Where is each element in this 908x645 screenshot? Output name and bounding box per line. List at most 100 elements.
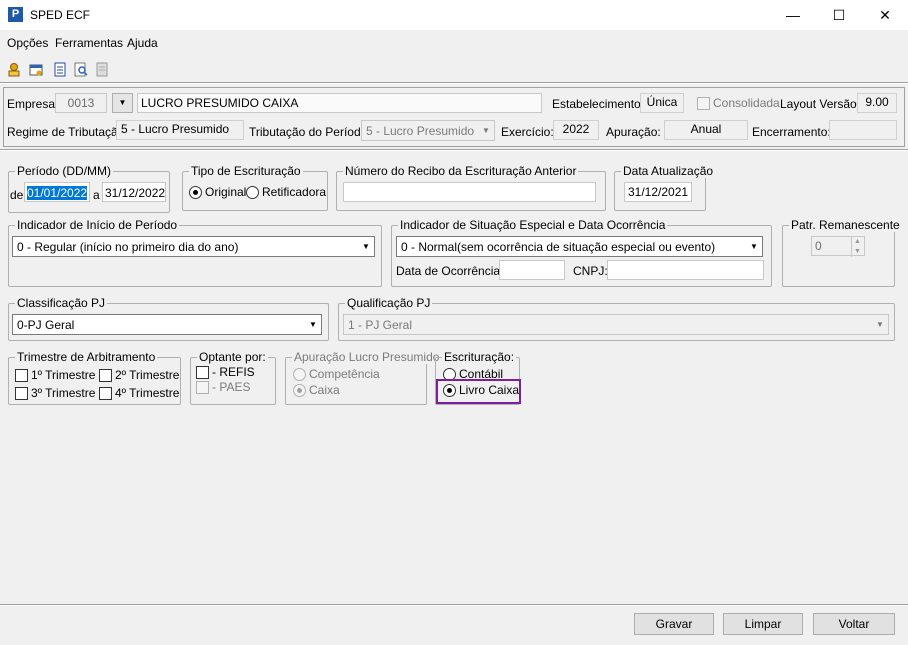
estabelecimento-label: Estabelecimento: [552,97,645,111]
classificacao-select[interactable]: 0-PJ Geral ▼ [12,314,322,335]
optante-refis-option[interactable]: - REFIS [196,365,255,379]
apuracao-lp-group: Apuração Lucro Presumido [285,350,442,405]
encerramento-value [829,120,897,140]
escrituracao-livro-caixa-radio[interactable] [443,383,456,397]
cnpj-field[interactable] [607,260,764,280]
menu-ajuda[interactable]: Ajuda [127,36,158,50]
chevron-down-icon: ▼ [750,242,758,251]
qualificacao-legend: Qualificação PJ [345,296,433,310]
tributacao-select[interactable]: 5 - Lucro Presumido ▼ [361,120,495,141]
layout-label: Layout Versão: [780,97,861,111]
tipo-retificadora-radio[interactable] [246,185,259,199]
trimestre-2-checkbox[interactable] [99,368,112,382]
tributacao-value: 5 - Lucro Presumido [366,124,475,138]
footer-separator [0,604,908,606]
tipo-retificadora-option[interactable]: Retificadora [246,185,326,199]
trimestre-4-checkbox[interactable] [99,386,112,400]
optante-paes-label: - PAES [212,380,251,394]
chevron-down-icon: ▼ [309,320,317,329]
menu-opcoes[interactable]: Opções [7,36,48,50]
indicador-situacao-legend: Indicador de Situação Especial e Data Oc… [398,218,668,232]
classificacao-legend: Classificação PJ [15,296,108,310]
escrituracao-legend: Escrituração: [442,350,517,364]
indicador-situacao-value: 0 - Normal(sem ocorrência de situação es… [401,240,716,254]
settings-icon[interactable] [29,62,43,77]
consolidada-checkbox[interactable] [697,96,710,110]
consolidada-label: Consolidada [713,96,780,110]
trimestre-1-checkbox[interactable] [15,368,28,382]
trimestre-4-label: 4º Trimestre [115,386,180,400]
trimestre-1-label: 1º Trimestre [31,368,96,382]
trimestre-1-option[interactable]: 1º Trimestre [15,368,95,382]
voltar-label: Voltar [838,617,870,631]
limpar-label: Limpar [744,617,782,631]
regime-label: Regime de Tributação: [7,125,128,139]
trimestre-4-option[interactable]: 4º Trimestre [99,386,179,400]
periodo-to-field[interactable]: 31/12/2022 [102,182,166,202]
qualificacao-value: 1 - PJ Geral [348,318,413,332]
patr-legend: Patr. Remanescente [789,218,902,232]
periodo-from-value: 01/01/2022 [27,186,88,200]
optante-paes-checkbox[interactable] [196,380,209,394]
apuracao-label: Apuração: [606,125,661,139]
report-icon[interactable] [95,62,109,77]
trimestre-3-label: 3º Trimestre [31,386,96,400]
tipo-legend: Tipo de Escrituração [189,164,303,178]
apuracao-competencia-radio[interactable] [293,367,306,381]
escrituracao-livro-caixa-option[interactable]: Livro Caixa [443,383,519,397]
close-button[interactable]: ✕ [862,0,908,30]
indicador-situacao-select[interactable]: 0 - Normal(sem ocorrência de situação es… [396,236,763,257]
search-document-icon[interactable] [74,62,88,77]
patr-value: 0 [815,239,822,253]
exercicio-value: 2022 [553,120,599,140]
patr-group: Patr. Remanescente [782,218,902,287]
tributacao-label: Tributação do Período: [249,125,371,139]
voltar-button[interactable]: Voltar [813,613,895,635]
tipo-retificadora-label: Retificadora [262,185,327,199]
tipo-original-option[interactable]: Original [189,185,246,199]
encerramento-label: Encerramento: [752,125,831,139]
periodo-de-label: de [10,188,24,202]
apuracao-competencia-option[interactable]: Competência [293,367,380,381]
qualificacao-select[interactable]: 1 - PJ Geral ▼ [343,314,889,335]
optante-refis-checkbox[interactable] [196,365,209,379]
trimestre-3-option[interactable]: 3º Trimestre [15,386,95,400]
apuracao-caixa-label: Caixa [309,383,340,397]
header-separator [0,149,908,151]
empresa-name-field: LUCRO PRESUMIDO CAIXA [137,93,542,113]
recibo-legend: Número do Recibo da Escrituração Anterio… [343,164,579,178]
apuracao-caixa-radio[interactable] [293,383,306,397]
patr-spinner[interactable]: ▲ ▼ [851,237,863,257]
limpar-button[interactable]: Limpar [723,613,803,635]
indicador-inicio-legend: Indicador de Início de Período [15,218,180,232]
exercicio-label: Exercício: [501,125,554,139]
data-atualizacao-field[interactable]: 31/12/2021 [624,182,692,202]
recibo-input[interactable] [343,182,596,202]
empresa-code-field[interactable]: 0013 [55,93,107,113]
chevron-down-icon: ▼ [482,126,490,135]
document-icon[interactable] [53,62,67,77]
classificacao-value: 0-PJ Geral [17,318,75,332]
gravar-button[interactable]: Gravar [634,613,714,635]
menu-ferramentas[interactable]: Ferramentas [55,36,123,50]
apuracao-caixa-option[interactable]: Caixa [293,383,340,397]
periodo-a-label: a [93,188,100,202]
apuracao-lp-legend: Apuração Lucro Presumido [292,350,442,364]
layout-value: 9.00 [857,93,897,113]
indicador-inicio-select[interactable]: 0 - Regular (início no primeiro dia do a… [12,236,375,257]
maximize-button[interactable]: ☐ [816,0,862,30]
data-ocorrencia-label: Data de Ocorrência: [396,264,504,278]
apuracao-value: Anual [664,120,748,140]
empresa-dropdown-button[interactable]: ▼ [112,93,133,113]
trimestre-3-checkbox[interactable] [15,386,28,400]
tipo-original-radio[interactable] [189,185,202,199]
consolidada-option[interactable]: Consolidada [697,96,780,110]
trimestre-2-option[interactable]: 2º Trimestre [99,368,179,382]
optante-paes-option[interactable]: - PAES [196,380,250,394]
periodo-from-field[interactable]: 01/01/2022 [24,182,90,202]
open-icon[interactable] [7,62,21,77]
data-ocorrencia-field[interactable] [499,260,565,280]
cnpj-label: CNPJ: [573,264,608,278]
escrituracao-livro-caixa-label: Livro Caixa [459,383,520,397]
minimize-button[interactable]: — [770,0,816,30]
